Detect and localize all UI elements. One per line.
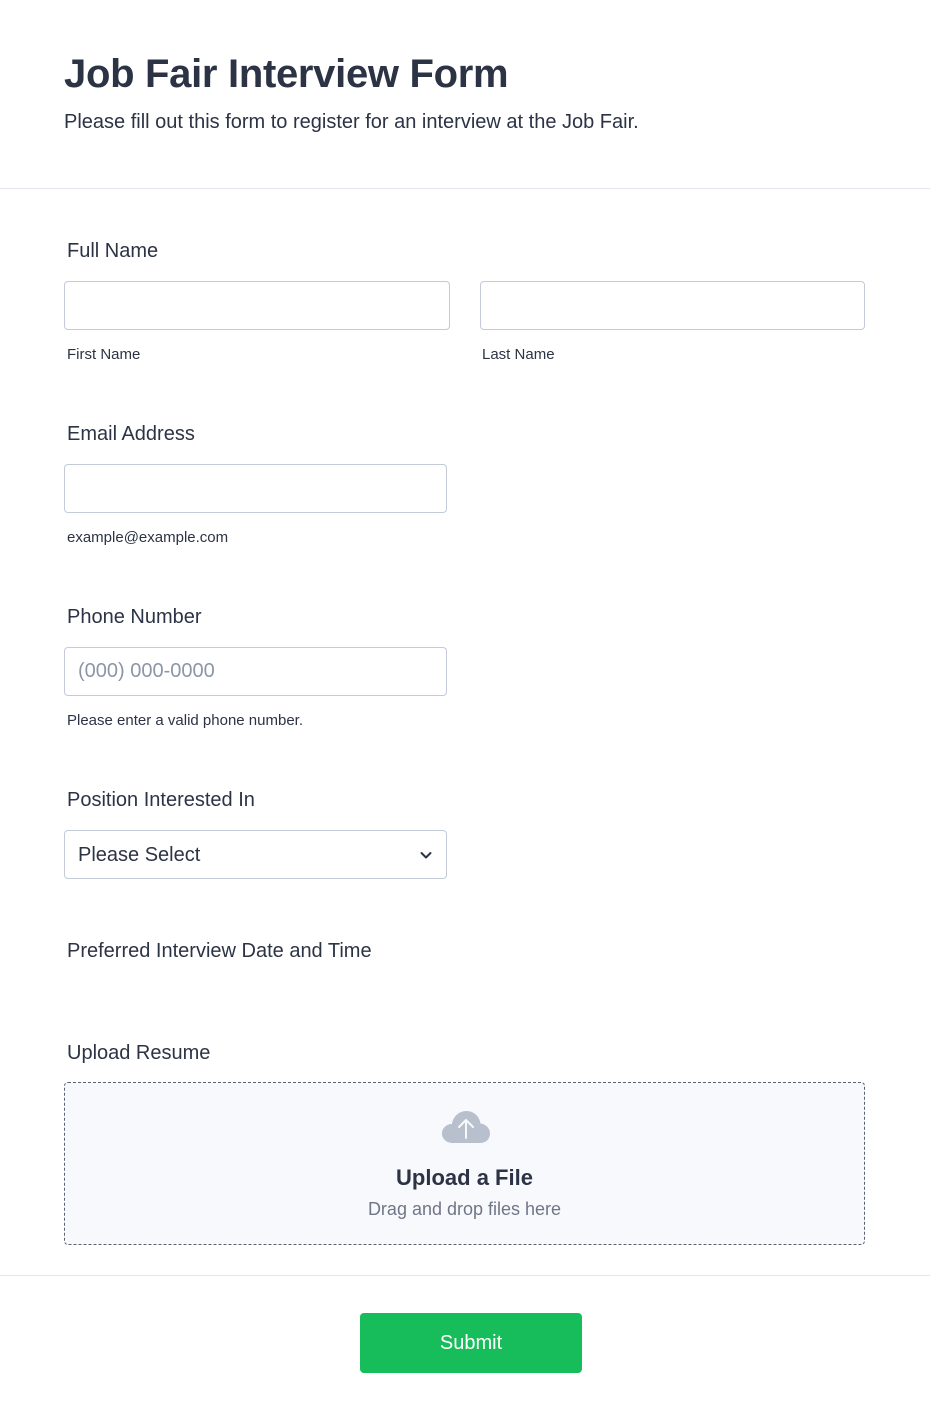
phone-input[interactable] xyxy=(64,647,447,696)
email-label: Email Address xyxy=(67,423,195,445)
cloud-upload-icon xyxy=(442,1111,490,1143)
upload-resume-label: Upload Resume xyxy=(67,1042,211,1064)
interview-datetime-label: Preferred Interview Date and Time xyxy=(67,940,372,962)
position-selected-value: Please Select xyxy=(78,844,201,866)
upload-subtitle: Drag and drop files here xyxy=(367,1199,562,1219)
form-header: Job Fair Interview Form Please fill out … xyxy=(0,0,930,189)
upload-title: Upload a File xyxy=(396,1165,533,1190)
submit-button[interactable]: Submit xyxy=(360,1313,582,1373)
form-title: Job Fair Interview Form xyxy=(64,52,509,96)
footer-divider xyxy=(0,1275,930,1276)
chevron-down-icon xyxy=(420,852,432,859)
email-input[interactable] xyxy=(64,464,447,513)
position-label: Position Interested In xyxy=(67,789,255,811)
email-sublabel: example@example.com xyxy=(67,529,229,546)
last-name-input[interactable] xyxy=(480,281,865,330)
first-name-sublabel: First Name xyxy=(67,346,141,363)
upload-dropzone[interactable]: Upload a File Drag and drop files here xyxy=(64,1082,865,1245)
form-subtitle: Please fill out this form to register fo… xyxy=(64,111,639,133)
full-name-label: Full Name xyxy=(67,240,159,262)
position-select[interactable]: Please Select xyxy=(64,830,447,879)
last-name-sublabel: Last Name xyxy=(482,346,555,363)
first-name-input[interactable] xyxy=(64,281,450,330)
phone-label: Phone Number xyxy=(67,606,202,628)
phone-sublabel: Please enter a valid phone number. xyxy=(67,712,303,729)
